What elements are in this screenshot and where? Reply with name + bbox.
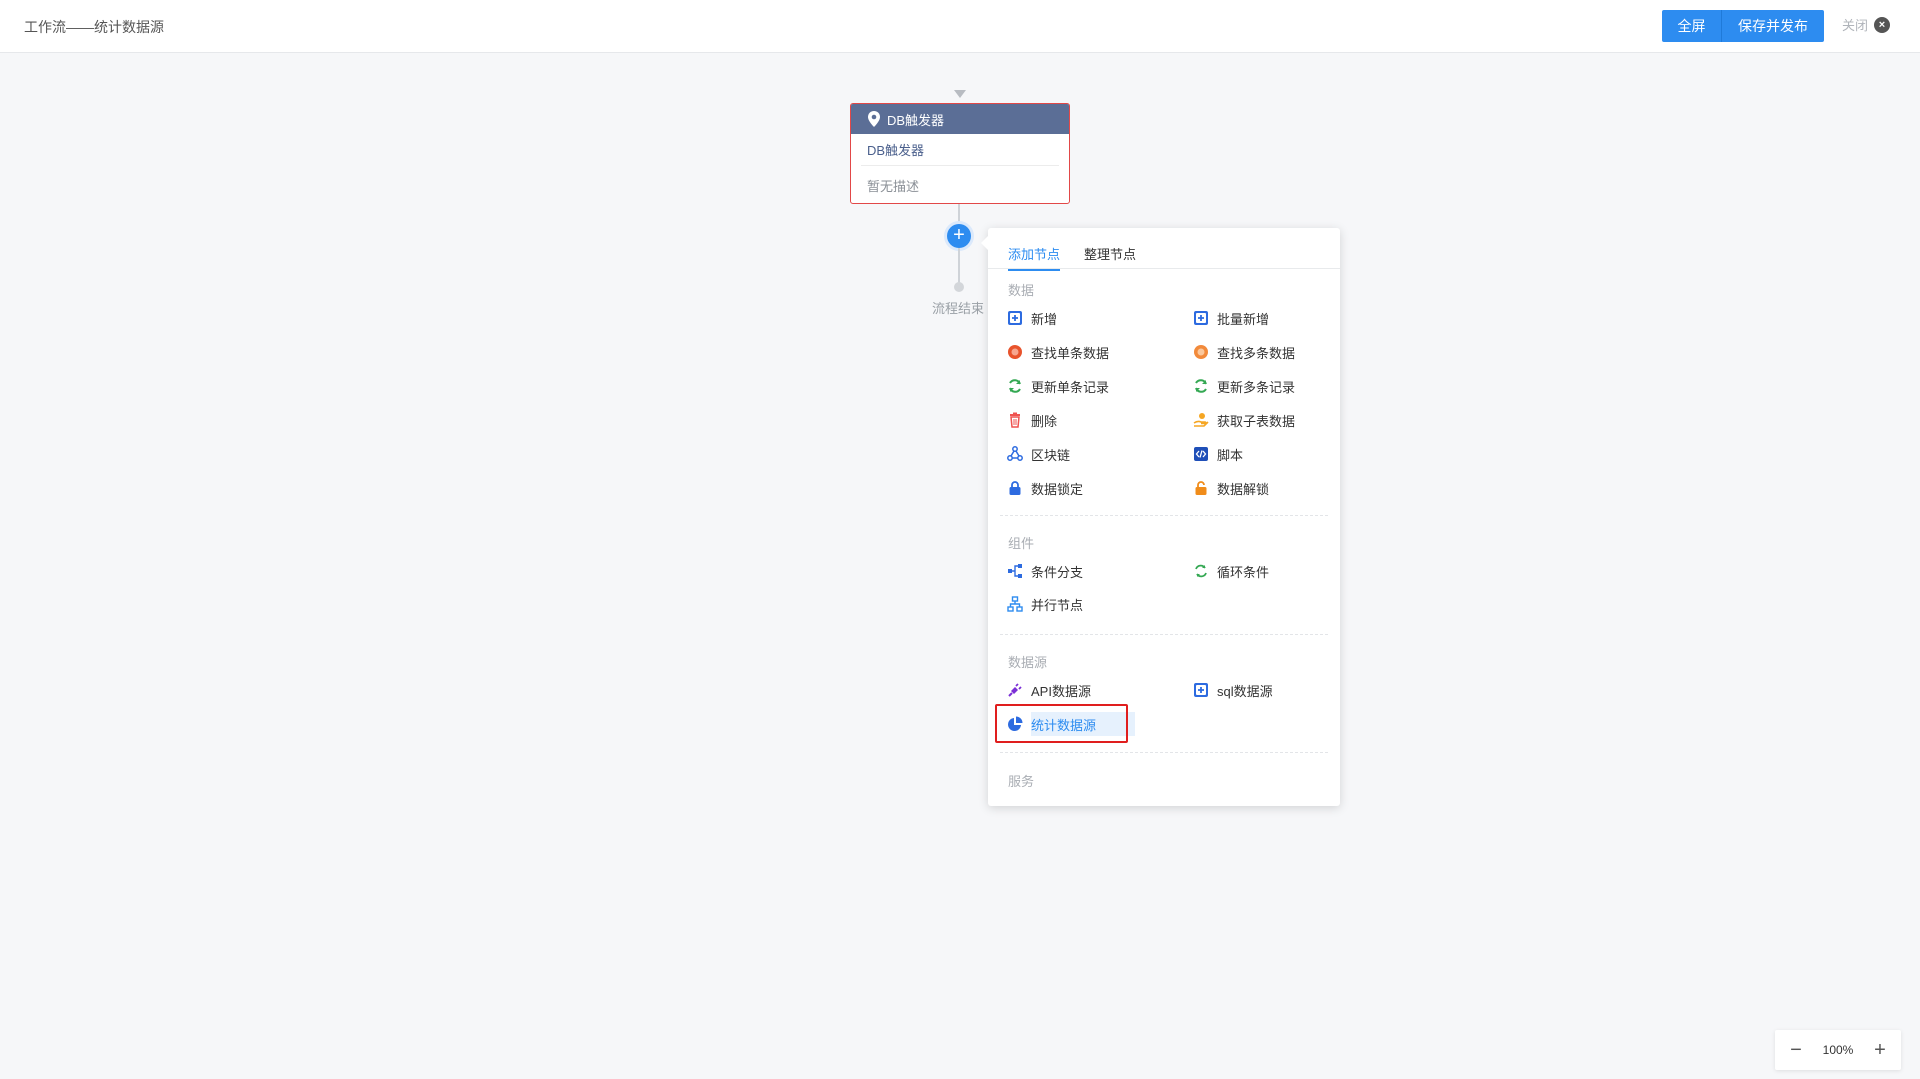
- menu-item-label: 删除: [1031, 413, 1058, 429]
- zoom-level: 100%: [1822, 1043, 1854, 1057]
- section-divider: [1000, 515, 1328, 516]
- menu-item-label: 条件分支: [1031, 564, 1084, 580]
- save-and-publish-button[interactable]: 保存并发布: [1722, 10, 1824, 42]
- blockchain-icon: [1007, 446, 1023, 462]
- search-single-icon: [1007, 344, 1023, 360]
- menu-item-label: 数据解锁: [1217, 481, 1270, 497]
- code-icon: [1193, 446, 1209, 462]
- section-title-service: 服务: [1008, 774, 1035, 789]
- menu-item-loop-condition[interactable]: 循环条件: [1193, 559, 1269, 583]
- menu-item-label: 更新多条记录: [1217, 379, 1296, 395]
- section-title-components: 组件: [1008, 536, 1035, 551]
- location-pin-icon: [868, 111, 880, 127]
- lock-icon: [1007, 480, 1023, 496]
- plug-icon: [1007, 682, 1023, 698]
- menu-item-label: 并行节点: [1031, 597, 1084, 613]
- refresh-icon: [1193, 378, 1209, 394]
- node-header-label: DB触发器: [887, 112, 945, 128]
- menu-item-label: 循环条件: [1217, 564, 1270, 580]
- top-bar: 工作流——统计数据源 全屏 保存并发布 关闭 ×: [0, 0, 1920, 53]
- flow-end-label: 流程结束: [932, 301, 985, 316]
- section-title-data: 数据: [1008, 283, 1035, 298]
- hierarchy-icon: [1007, 596, 1023, 612]
- menu-item-condition-branch[interactable]: 条件分支: [1007, 559, 1083, 583]
- section-title-datasource: 数据源: [1008, 655, 1048, 670]
- tab-add-node[interactable]: 添加节点: [1008, 244, 1061, 271]
- menu-item-sql-datasource[interactable]: sql数据源: [1193, 678, 1273, 702]
- menu-item-parallel-node[interactable]: 并行节点: [1007, 592, 1083, 616]
- popover-tabs: 添加节点 整理节点: [988, 228, 1340, 271]
- flow-connector-bottom: [958, 248, 960, 284]
- menu-item-script[interactable]: 脚本: [1193, 442, 1243, 466]
- zoom-in-icon[interactable]: +: [1871, 1040, 1889, 1060]
- trash-icon: [1007, 412, 1023, 428]
- section-divider: [1000, 752, 1328, 753]
- zoom-out-icon[interactable]: −: [1787, 1040, 1805, 1060]
- node-description: 暂无描述: [867, 178, 920, 194]
- menu-item-find-single[interactable]: 查找单条数据: [1007, 340, 1109, 364]
- menu-item-lock-data[interactable]: 数据锁定: [1007, 476, 1083, 500]
- menu-item-api-datasource[interactable]: API数据源: [1007, 678, 1091, 702]
- menu-item-label: 查找单条数据: [1031, 345, 1110, 361]
- menu-item-batch-add[interactable]: 批量新增: [1193, 306, 1269, 330]
- database-add-icon: [1193, 682, 1209, 698]
- branch-icon: [1007, 563, 1023, 579]
- tab-arrange-nodes[interactable]: 整理节点: [1084, 244, 1136, 269]
- menu-item-find-multiple[interactable]: 查找多条数据: [1193, 340, 1295, 364]
- menu-item-label: 更新单条记录: [1031, 379, 1110, 395]
- zoom-control: − 100% +: [1775, 1030, 1901, 1070]
- add-square-icon: [1007, 310, 1023, 326]
- menu-item-label: 区块链: [1031, 447, 1071, 463]
- node-name: DB触发器: [861, 134, 1059, 166]
- menu-item-blockchain[interactable]: 区块链: [1007, 442, 1070, 466]
- close-label: 关闭: [1842, 18, 1869, 33]
- add-node-button[interactable]: +: [947, 224, 971, 248]
- menu-item-label: 批量新增: [1217, 311, 1270, 327]
- menu-item-add[interactable]: 新增: [1007, 306, 1057, 330]
- menu-item-get-subtable[interactable]: 获取子表数据: [1193, 408, 1295, 432]
- add-node-popover: 添加节点 整理节点 数据 新增 批量新增 查找单条数据 查找多条数据 更新单条记…: [981, 228, 1340, 806]
- refresh-icon: [1007, 378, 1023, 394]
- menu-item-update-single[interactable]: 更新单条记录: [1007, 374, 1109, 398]
- selection-highlight-box: [995, 704, 1128, 743]
- db-trigger-node[interactable]: DB触发器 DB触发器 暂无描述: [850, 103, 1070, 204]
- fullscreen-button[interactable]: 全屏: [1662, 10, 1722, 42]
- action-button-group: 全屏 保存并发布: [1662, 10, 1824, 42]
- menu-item-update-multiple[interactable]: 更新多条记录: [1193, 374, 1295, 398]
- flow-end-dot: [954, 282, 964, 292]
- menu-item-label: sql数据源: [1217, 683, 1273, 699]
- menu-item-label: 数据锁定: [1031, 481, 1084, 497]
- section-divider: [1000, 634, 1328, 635]
- menu-item-label: 脚本: [1217, 447, 1244, 463]
- menu-item-label: 新增: [1031, 311, 1058, 327]
- loop-icon: [1193, 563, 1209, 579]
- batch-add-icon: [1193, 310, 1209, 326]
- search-multiple-icon: [1193, 344, 1209, 360]
- hand-receive-icon: [1193, 412, 1209, 428]
- flow-connector-top: [958, 204, 960, 224]
- node-header: DB触发器: [851, 104, 1069, 134]
- menu-item-unlock-data[interactable]: 数据解锁: [1193, 476, 1269, 500]
- close-button[interactable]: 关闭 ×: [1842, 15, 1891, 34]
- menu-item-label: 查找多条数据: [1217, 345, 1296, 361]
- menu-item-label: API数据源: [1031, 683, 1091, 699]
- page-title: 工作流——统计数据源: [24, 19, 164, 35]
- menu-item-delete[interactable]: 删除: [1007, 408, 1057, 432]
- flow-start-arrow-icon: [954, 90, 966, 98]
- menu-item-label: 获取子表数据: [1217, 413, 1296, 429]
- unlock-icon: [1193, 480, 1209, 496]
- close-icon: ×: [1874, 16, 1891, 33]
